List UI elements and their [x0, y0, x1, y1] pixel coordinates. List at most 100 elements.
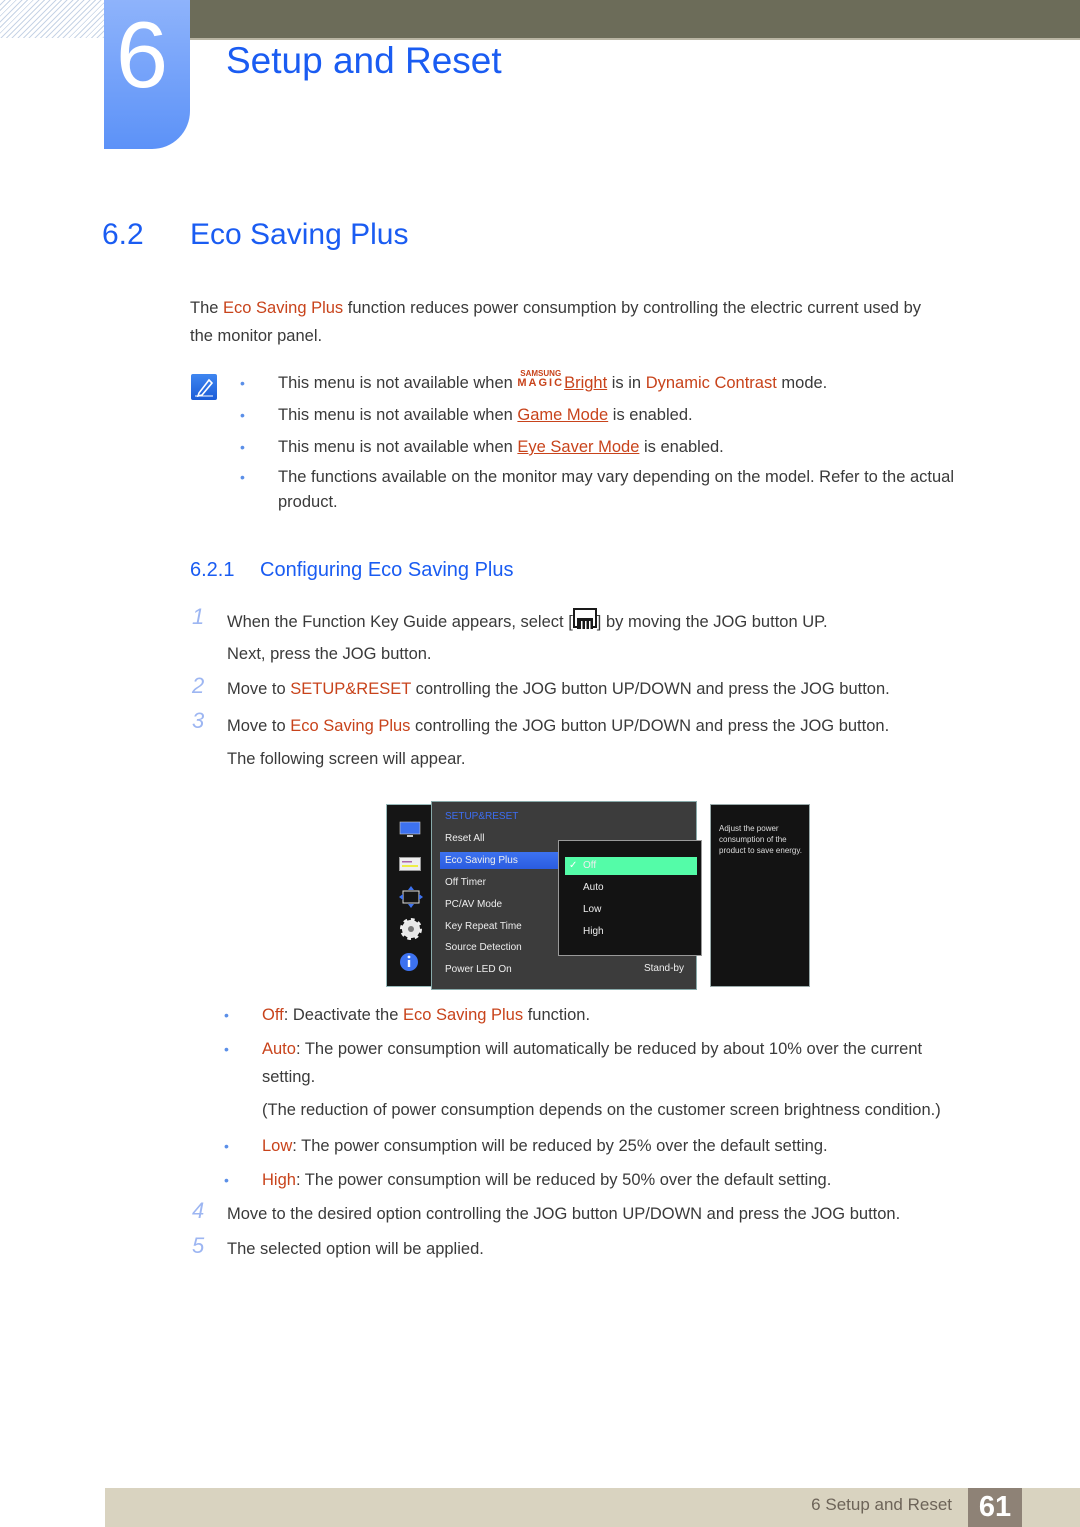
gear-icon: [400, 918, 422, 940]
samsung-magic-logo: SAMSUNG MAGIC: [517, 369, 565, 389]
text: controlling the JOG button UP/DOWN and p…: [410, 717, 890, 735]
osd-screenshot: SETUP&RESET Reset All Eco Saving Plus Of…: [386, 801, 810, 991]
option-label: Off: [262, 1006, 284, 1024]
osd-option[interactable]: High: [565, 923, 697, 941]
osd-menu-item[interactable]: Key Repeat Time: [440, 918, 563, 935]
text: This menu is not available when: [278, 374, 518, 392]
option-desc-off: Off: Deactivate the Eco Saving Plus func…: [224, 1001, 591, 1029]
text: The functions available on the monitor m…: [278, 468, 954, 486]
osd-option-selected[interactable]: ✓ Off: [565, 857, 697, 875]
step-number: 4: [192, 1198, 205, 1223]
text: product.: [278, 493, 338, 511]
decorative-hatch: [0, 0, 105, 38]
step-number: 2: [192, 673, 205, 698]
highlight: Dynamic Contrast: [645, 374, 777, 392]
osd-help-panel: Adjust the power consumption of the prod…: [710, 804, 810, 987]
osd-menu-item[interactable]: Off Timer: [440, 874, 563, 891]
chapter-number: 6: [115, 2, 169, 107]
text: : The power consumption will be reduced …: [292, 1137, 828, 1155]
text: mode.: [776, 374, 828, 392]
step-number: 1: [192, 604, 205, 629]
highlight: Eco Saving Plus: [223, 299, 344, 317]
osd-sidebar: [386, 804, 434, 987]
text: ] by moving the JOG button UP.: [596, 613, 828, 631]
option-desc-low: Low: The power consumption will be reduc…: [224, 1132, 828, 1160]
text: Move to: [227, 717, 291, 735]
text: function reduces power consumption by co…: [343, 299, 921, 317]
position-arrows-icon: [399, 886, 423, 908]
osd-option[interactable]: Auto: [565, 879, 697, 897]
text: The: [190, 299, 224, 317]
section-number: 6.2: [102, 218, 144, 251]
chapter-title: Setup and Reset: [226, 40, 502, 81]
link-game-mode[interactable]: Game Mode: [517, 406, 608, 424]
osd-menu-item[interactable]: PC/AV Mode: [440, 896, 563, 913]
osd-option[interactable]: Low: [565, 901, 697, 919]
step-4: Move to the desired option controlling t…: [227, 1205, 901, 1223]
text: This menu is not available when: [278, 406, 518, 424]
step-5: The selected option will be applied.: [227, 1240, 484, 1258]
osd-help-text: Adjust the power consumption of the prod…: [719, 824, 803, 855]
section-title: 6.2 Eco Saving Plus: [102, 218, 408, 252]
highlight: SETUP&RESET: [290, 680, 412, 698]
note-pencil-icon: [191, 374, 217, 400]
picture-settings-icon: [399, 857, 421, 871]
text: When the Function Key Guide appears, sel…: [227, 613, 573, 631]
text: setting.: [262, 1068, 316, 1086]
text: controlling the JOG button UP/DOWN and p…: [411, 680, 890, 698]
step-3: Move to Eco Saving Plus controlling the …: [227, 710, 889, 776]
subsection-title-text: Configuring Eco Saving Plus: [260, 559, 514, 581]
text: : The power consumption will automatical…: [295, 1040, 923, 1058]
option-label: Low: [262, 1137, 293, 1155]
footer-chapter-label: 6 Setup and Reset: [811, 1495, 952, 1514]
note-item: This menu is not available when Eye Save…: [240, 433, 724, 461]
intro-paragraph: The Eco Saving Plus function reduces pow…: [190, 294, 921, 350]
option-label: Off: [583, 860, 597, 871]
text: is enabled.: [608, 406, 693, 424]
power-led-value: Stand-by: [643, 963, 684, 974]
text: the monitor panel.: [190, 327, 323, 345]
option-label: Auto: [262, 1040, 296, 1058]
osd-menu-item-selected[interactable]: Eco Saving Plus: [440, 852, 563, 869]
text: This menu is not available when: [278, 438, 518, 456]
option-desc-auto-note: (The reduction of power consumption depe…: [262, 1101, 941, 1119]
option-desc-high: High: The power consumption will be redu…: [224, 1166, 832, 1194]
info-icon: [400, 953, 418, 971]
step-number: 3: [192, 708, 205, 733]
text: Move to: [227, 680, 291, 698]
osd-menu-item[interactable]: Source Detection: [440, 939, 563, 956]
page-footer: 6 Setup and Reset 61: [105, 1488, 1080, 1527]
link-bright[interactable]: Bright: [564, 374, 607, 392]
osd-menu-header: SETUP&RESET: [445, 811, 519, 822]
link-eye-saver-mode[interactable]: Eye Saver Mode: [517, 438, 639, 456]
option-label: High: [262, 1171, 296, 1189]
highlight: Eco Saving Plus: [402, 1006, 524, 1024]
text: function.: [523, 1006, 591, 1024]
monitor-icon: [399, 821, 421, 837]
step-2: Move to SETUP&RESET controlling the JOG …: [227, 675, 890, 703]
checkmark-icon: ✓: [569, 860, 578, 871]
text: : The power consumption will be reduced …: [295, 1171, 832, 1189]
note-item: This menu is not available when Game Mod…: [240, 401, 693, 429]
highlight: Eco Saving Plus: [290, 717, 411, 735]
text: Next, press the JOG button.: [227, 645, 432, 663]
subsection-title: 6.2.1 Configuring Eco Saving Plus: [190, 559, 513, 582]
page-number: 61: [968, 1488, 1022, 1527]
text: is in: [607, 374, 646, 392]
step-1: When the Function Key Guide appears, sel…: [227, 606, 828, 670]
subsection-number: 6.2.1: [190, 559, 235, 581]
text: : Deactivate the: [283, 1006, 403, 1024]
menu-icon: [572, 608, 597, 629]
step-number: 5: [192, 1233, 205, 1258]
text: is enabled.: [639, 438, 724, 456]
chapter-tab: 6: [104, 0, 190, 149]
header-bar: [190, 0, 1080, 40]
osd-menu-panel: SETUP&RESET Reset All Eco Saving Plus Of…: [431, 801, 702, 990]
osd-menu-item[interactable]: Power LED On: [440, 961, 563, 978]
option-desc-auto: Auto: The power consumption will automat…: [224, 1035, 923, 1091]
osd-menu-item[interactable]: Reset All: [440, 830, 563, 847]
section-title-text: Eco Saving Plus: [190, 218, 409, 251]
text: The following screen will appear.: [227, 750, 466, 768]
osd-options-popup: ✓ Off Auto Low High: [558, 840, 702, 956]
note-item: The functions available on the monitor m…: [240, 465, 954, 515]
